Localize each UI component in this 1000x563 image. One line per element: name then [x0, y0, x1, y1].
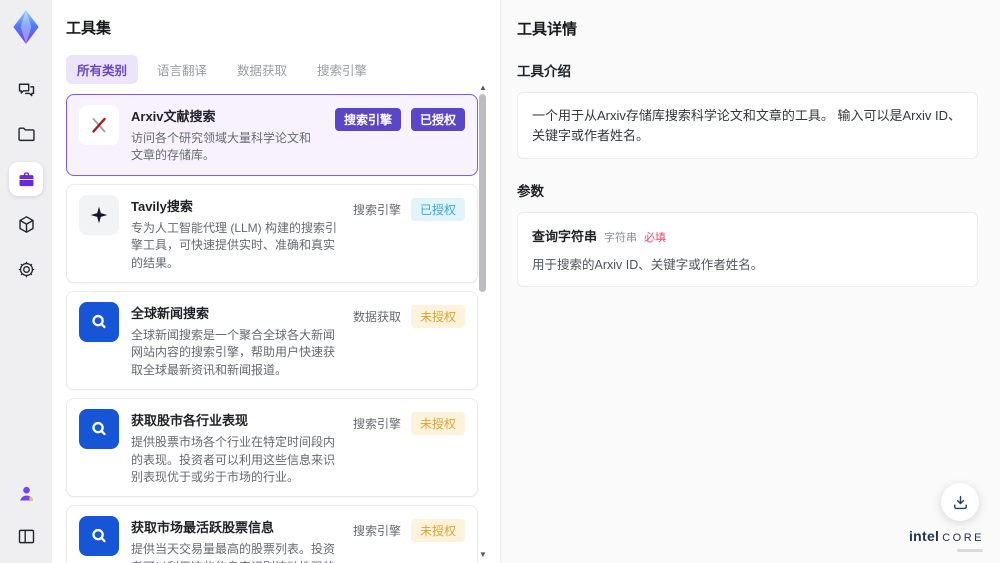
folder-icon	[16, 124, 37, 145]
intel-core-logo: intel CORE	[909, 528, 984, 552]
sidebar-item-chat[interactable]	[9, 72, 43, 106]
param-required-flag: 必填	[644, 232, 667, 244]
tool-badges: 搜索引擎 已授权	[334, 105, 465, 165]
tool-card-global-news-search[interactable]: 全球新闻搜索全球新闻搜索是一个聚合全球各大新闻网站内容的搜索引擎，帮助用户快速获…	[66, 290, 478, 391]
cube-icon	[16, 214, 37, 235]
tool-card-most-active-stocks[interactable]: 获取市场最活跃股票信息提供当天交易量最高的股票列表。投资者可以利用这些信息来识别…	[66, 505, 478, 563]
tool-text: 获取市场最活跃股票信息提供当天交易量最高的股票列表。投资者可以利用这些信息来识别…	[131, 516, 341, 563]
app-root: 工具集 所有类别 语言翻译 数据获取 搜索引擎 Arxiv文献搜索 访问各个研究领域大量…	[0, 0, 1000, 563]
category-badge: 搜索引擎	[352, 417, 401, 432]
tool-name: Arxiv文献搜索	[131, 109, 216, 124]
list-scrollbar[interactable]: ▲ ▼	[478, 84, 488, 561]
tab-data-fetch[interactable]: 数据获取	[226, 55, 298, 84]
tool-text: 全球新闻搜索全球新闻搜索是一个聚合全球各大新闻网站内容的搜索引擎，帮助用户快速获…	[131, 302, 341, 379]
tool-card-arxiv-search[interactable]: Arxiv文献搜索访问各个研究领域大量科学论文和文章的存储库。 搜索引擎 已授权	[66, 94, 478, 176]
tool-name: 获取股市各行业表现	[131, 413, 249, 429]
param-description: 用于搜索的Arxiv ID、关键字或作者姓名。	[532, 258, 764, 272]
user-icon	[16, 483, 37, 504]
magnifier-icon	[79, 301, 119, 342]
tab-all-categories[interactable]: 所有类别	[66, 55, 139, 84]
tool-intro-text: 一个用于从Arxiv存储库搜索科学论文和文章的工具。 输入可以是Arxiv ID…	[517, 92, 978, 159]
params-box: 查询字符串 字符串 必填用于搜索的Arxiv ID、关键字或作者姓名。	[517, 212, 978, 287]
category-badge: 搜索引擎	[352, 202, 401, 217]
tool-name: 获取市场最活跃股票信息	[131, 520, 275, 536]
tab-search-engine[interactable]: 搜索引擎	[306, 55, 378, 84]
auth-status-badge: 未授权	[410, 412, 465, 436]
tool-list: Arxiv文献搜索 访问各个研究领域大量科学论文和文章的存储库。 搜索引擎 已授权 Ta…	[66, 94, 478, 563]
gear-icon	[16, 259, 37, 280]
magnifier-icon	[79, 516, 119, 557]
tools-list-panel: 工具集 所有类别 语言翻译 数据获取 搜索引擎 Arxiv文献搜索 访问各个研究领域大量…	[52, 0, 500, 563]
chat-icon	[16, 79, 37, 100]
category-badge: 搜索引擎	[334, 108, 401, 131]
auth-status-badge: 未授权	[410, 304, 465, 328]
brand-subline	[957, 549, 983, 552]
sidebar-item-tools[interactable]	[9, 162, 43, 196]
auth-status-badge: 已授权	[410, 197, 465, 221]
tool-text: Tavily搜索专为人工智能代理 (LLM) 构建的搜索引擎工具，可快速提供实时…	[131, 195, 341, 272]
app-logo-icon	[8, 8, 44, 46]
tool-badges: 搜索引擎 未授权	[353, 409, 465, 486]
core-wordmark: CORE	[942, 532, 984, 544]
panel-icon	[16, 526, 37, 547]
tool-badges: 数据获取 未授权	[353, 302, 465, 379]
params-section-title: 参数	[517, 184, 544, 199]
intro-section-title: 工具介绍	[517, 64, 571, 79]
detail-title: 工具详情	[517, 21, 578, 38]
tool-text: 获取股市各行业表现提供股票市场各个行业在特定时间段内的表现。投资者可以利用这些信…	[131, 409, 341, 486]
sidebar-item-models[interactable]	[9, 207, 43, 241]
category-badge: 数据获取	[352, 309, 401, 324]
tool-card-tavily-search[interactable]: Tavily搜索专为人工智能代理 (LLM) 构建的搜索引擎工具，可快速提供实时…	[66, 183, 478, 283]
tool-detail-panel: 工具详情 工具介绍 一个用于从Arxiv存储库搜索科学论文和文章的工具。 输入可…	[500, 0, 1000, 563]
briefcase-icon	[16, 169, 37, 190]
tool-description: 全球新闻搜索是一个聚合全球各大新闻网站内容的搜索引擎，帮助用户快速获取全球最新资…	[131, 327, 336, 377]
scrollbar-thumb[interactable]	[479, 94, 486, 292]
tool-text: Arxiv文献搜索访问各个研究领域大量科学论文和文章的存储库。	[131, 105, 323, 165]
sidebar-item-collapse[interactable]	[9, 519, 43, 553]
download-icon	[951, 493, 970, 512]
tool-badges: 搜索引擎 未授权	[353, 516, 465, 563]
download-button[interactable]	[941, 483, 979, 521]
sidebar	[0, 0, 52, 563]
tool-description: 提供股票市场各个行业在特定时间段内的表现。投资者可以利用这些信息来识别表现优于或…	[131, 435, 336, 484]
tool-description: 专为人工智能代理 (LLM) 构建的搜索引擎工具，可快速提供实时、准确和真实的结…	[131, 220, 338, 270]
tool-card-stock-sector-performance[interactable]: 获取股市各行业表现提供股票市场各个行业在特定时间段内的表现。投资者可以利用这些信…	[66, 398, 478, 498]
tab-language-translation[interactable]: 语言翻译	[146, 55, 218, 84]
sidebar-item-files[interactable]	[9, 117, 43, 151]
category-badge: 搜索引擎	[352, 524, 401, 539]
tool-name: Tavily搜索	[131, 198, 193, 214]
sidebar-bottom	[9, 476, 43, 553]
sidebar-nav	[9, 72, 43, 286]
tool-name: 全球新闻搜索	[131, 305, 210, 321]
tool-description: 提供当天交易量最高的股票列表。投资者可以利用这些信息来识别流动性强的股票和潜在的…	[131, 542, 336, 563]
tavily-star-icon	[79, 194, 119, 235]
arxiv-logo-icon	[79, 105, 119, 145]
tool-badges: 搜索引擎 已授权	[353, 195, 465, 272]
scroll-up-icon[interactable]: ▲	[478, 84, 488, 92]
param-type: 字符串	[604, 232, 638, 244]
scroll-down-icon[interactable]: ▼	[478, 551, 488, 559]
tool-description: 访问各个研究领域大量科学论文和文章的存储库。	[131, 131, 312, 163]
page-title: 工具集	[66, 20, 112, 37]
sidebar-item-account[interactable]	[9, 476, 43, 510]
intel-wordmark: intel	[908, 528, 940, 544]
param-header: 查询字符串 字符串 必填	[532, 226, 963, 245]
category-tabs: 所有类别 语言翻译 数据获取 搜索引擎	[66, 55, 500, 84]
auth-status-badge: 未授权	[410, 519, 465, 543]
magnifier-icon	[79, 409, 119, 450]
param-name: 查询字符串	[532, 229, 598, 244]
sidebar-item-settings[interactable]	[9, 252, 43, 286]
auth-status-badge: 已授权	[410, 108, 465, 131]
